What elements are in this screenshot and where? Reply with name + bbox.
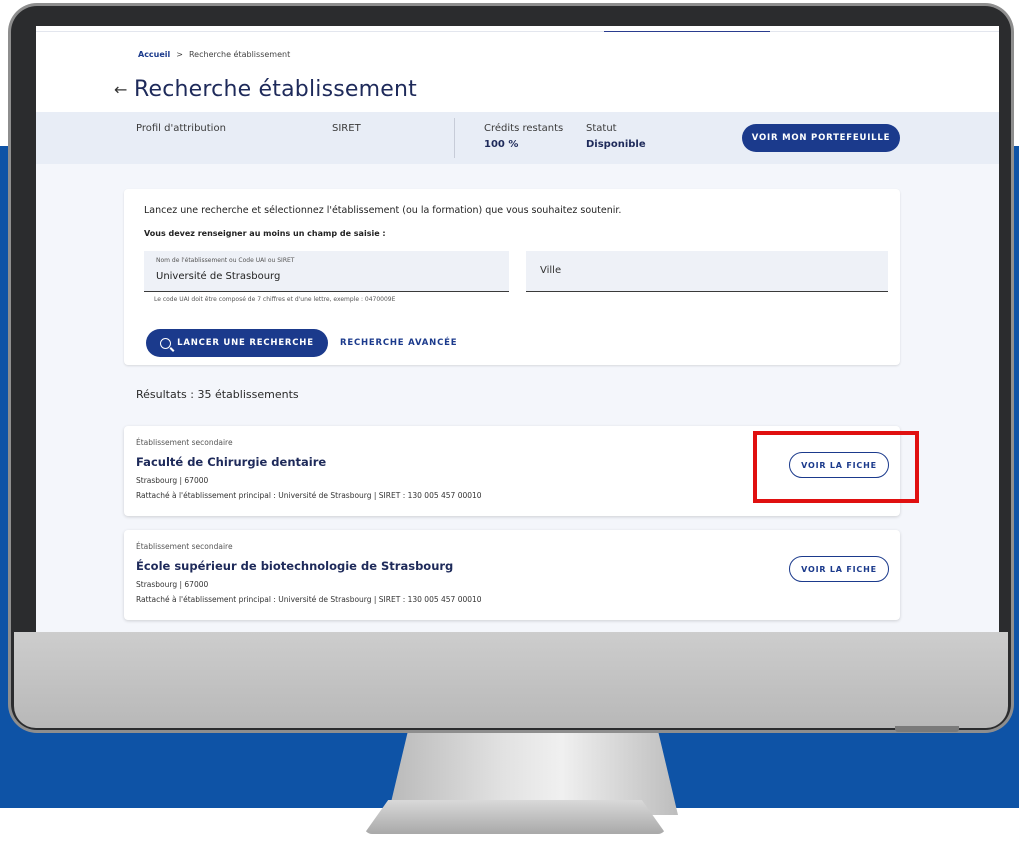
profile-label: Profil d'attribution bbox=[136, 123, 226, 134]
result-card: Établissement secondaire École supérieur… bbox=[124, 530, 900, 620]
credits-label: Crédits restants bbox=[484, 123, 564, 134]
search-icon bbox=[160, 337, 172, 349]
title-row: ← Recherche établissement bbox=[114, 77, 417, 102]
city-input[interactable]: Ville bbox=[526, 251, 888, 292]
monitor-tab bbox=[895, 726, 959, 732]
siret-label: SIRET bbox=[332, 123, 361, 134]
result-parent: Rattaché à l'établissement principal : U… bbox=[136, 595, 482, 604]
result-name: École supérieur de biotechnologie de Str… bbox=[136, 559, 454, 573]
monitor-stand-base bbox=[364, 800, 666, 834]
search-card: Lancez une recherche et sélectionnez l'é… bbox=[124, 189, 900, 365]
page-header: Accueil > Recherche établissement ← Recher… bbox=[36, 32, 999, 112]
result-address: Strasbourg | 67000 bbox=[136, 580, 209, 589]
status-value: Disponible bbox=[586, 139, 646, 150]
breadcrumb-separator: > bbox=[176, 50, 183, 59]
results-count: Résultats : 35 établissements bbox=[136, 388, 299, 401]
required-note: Vous devez renseigner au moins un champ … bbox=[144, 229, 386, 238]
uai-hint: Le code UAI doit être composé de 7 chiff… bbox=[154, 296, 396, 303]
view-wallet-button[interactable]: VOIR MON PORTEFEUILLE bbox=[742, 124, 900, 152]
result-name: Faculté de Chirurgie dentaire bbox=[136, 455, 327, 469]
monitor-chin bbox=[14, 632, 1008, 728]
launch-search-label: LANCER UNE RECHERCHE bbox=[177, 338, 314, 348]
city-placeholder: Ville bbox=[540, 265, 562, 276]
view-sheet-button[interactable]: VOIR LA FICHE bbox=[789, 556, 889, 582]
search-instruction: Lancez une recherche et sélectionnez l'é… bbox=[144, 205, 622, 216]
result-type: Établissement secondaire bbox=[136, 438, 233, 447]
launch-search-button[interactable]: LANCER UNE RECHERCHE bbox=[146, 329, 328, 357]
breadcrumb: Accueil > Recherche établissement bbox=[138, 50, 290, 59]
breadcrumb-current: Recherche établissement bbox=[188, 50, 291, 59]
arrow-left-icon[interactable]: ← bbox=[114, 80, 134, 99]
status-label: Statut bbox=[586, 123, 617, 134]
info-divider bbox=[454, 118, 455, 158]
establishment-name-label: Nom de l'établissement ou Code UAI ou SI… bbox=[156, 257, 295, 264]
result-address: Strasbourg | 67000 bbox=[136, 476, 209, 485]
advanced-search-link[interactable]: RECHERCHE AVANCÉE bbox=[340, 329, 457, 357]
establishment-name-input[interactable]: Nom de l'établissement ou Code UAI ou SI… bbox=[144, 251, 509, 292]
result-parent: Rattaché à l'établissement principal : U… bbox=[136, 491, 482, 500]
info-bar: Profil d'attribution SIRET Crédits resta… bbox=[36, 112, 999, 164]
credits-value: 100 % bbox=[484, 139, 519, 150]
page-title: Recherche établissement bbox=[134, 77, 417, 102]
establishment-name-value: Université de Strasbourg bbox=[156, 271, 281, 282]
highlight-box bbox=[753, 431, 919, 503]
screen: Accueil > Recherche établissement ← Recher… bbox=[36, 26, 999, 632]
result-type: Établissement secondaire bbox=[136, 542, 233, 551]
breadcrumb-home-link[interactable]: Accueil bbox=[138, 50, 170, 59]
